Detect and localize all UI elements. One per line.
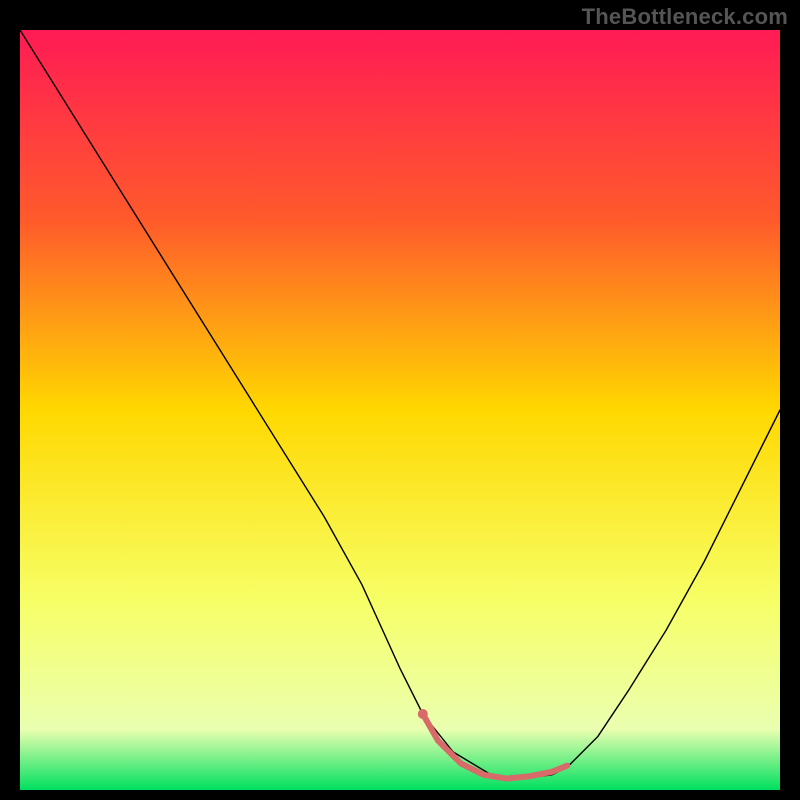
chart-plot-area (20, 30, 780, 790)
chart-frame: TheBottleneck.com (0, 0, 800, 800)
chart-background (20, 30, 780, 790)
chart-svg (20, 30, 780, 790)
watermark-text: TheBottleneck.com (582, 4, 788, 30)
optimal-start-dot (418, 709, 428, 719)
